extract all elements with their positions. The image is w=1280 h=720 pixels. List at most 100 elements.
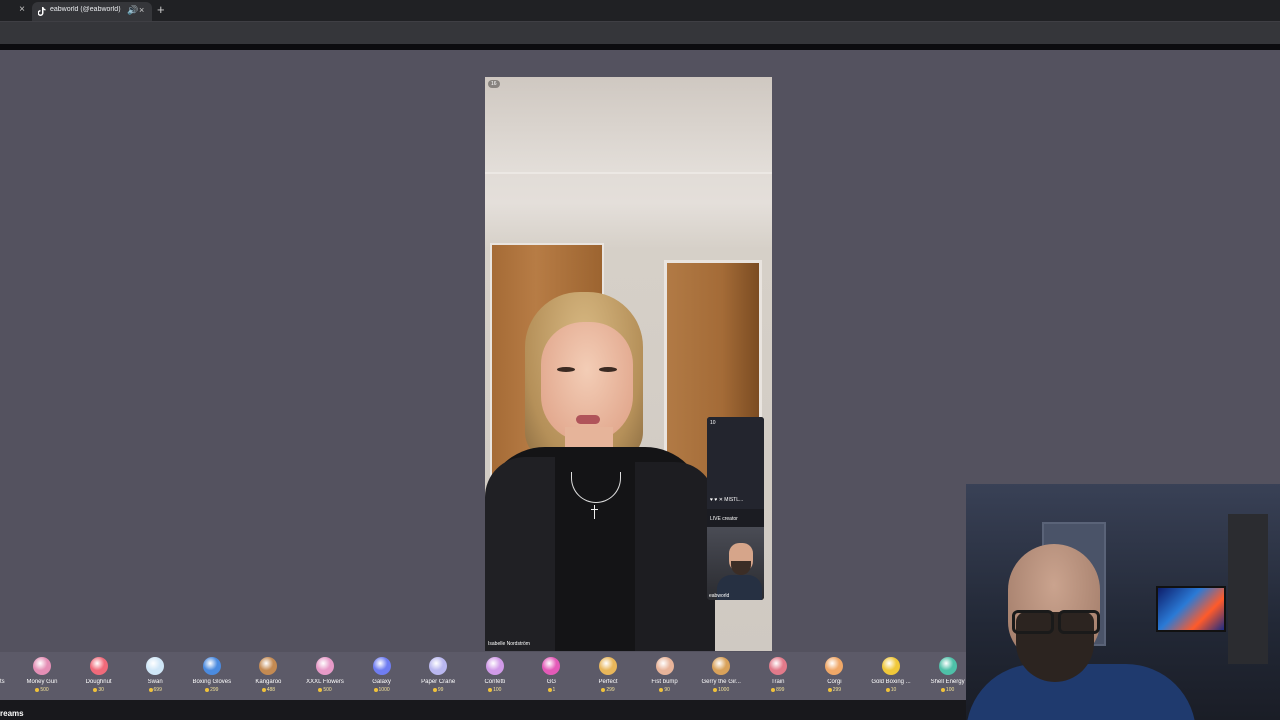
coin-icon [601, 687, 606, 692]
streamer-lips [576, 415, 600, 424]
coin-icon [318, 687, 323, 692]
gift-price-value: 500 [40, 687, 49, 693]
gift-price: 699 [127, 687, 183, 693]
gift-price: 899 [750, 687, 806, 693]
gift-item[interactable]: Fist bump 90 [637, 652, 693, 700]
coin-icon [771, 687, 776, 692]
train-icon [768, 657, 787, 675]
corgi-icon [825, 657, 844, 675]
gift-price: 30 [71, 687, 127, 693]
browser-tab-bar: × eabworld (@eabworld) is LIVE 🔊 × + [0, 0, 1280, 21]
eye-right [599, 367, 617, 372]
gift-price: 500 [14, 687, 70, 693]
coin-icon [148, 687, 153, 692]
bottom-strip [0, 700, 966, 720]
confetti-icon [485, 657, 504, 675]
gift-name: Doughnut [85, 679, 112, 685]
gift-item[interactable]: Paper Crane 99 [410, 652, 466, 700]
gift-partial-label: ts [0, 679, 5, 685]
gift-price-value: 100 [945, 687, 955, 693]
gift-price-value: 99 [437, 687, 444, 693]
coin-icon [35, 687, 40, 692]
gift-price: 500 [297, 687, 353, 693]
gift-name: Fist bump [651, 679, 678, 685]
browser-tab[interactable]: eabworld (@eabworld) is LIVE 🔊 × [32, 2, 152, 21]
gift-name: Confetti [484, 679, 506, 685]
gift-item[interactable]: Swan 699 [127, 652, 183, 700]
speaker-icon[interactable]: 🔊 [127, 5, 138, 16]
jacket-left [485, 457, 555, 651]
coin-icon [373, 687, 378, 692]
gift-price-value: 299 [832, 687, 842, 693]
gift-price: 1000 [354, 687, 410, 693]
gift-name: Boxing Gloves [192, 679, 232, 685]
webcam-shirt [966, 664, 1196, 720]
cohost-viewer-count: 10 [710, 420, 716, 426]
streamer-face [541, 322, 633, 442]
gift-item[interactable]: Kangaroo 488 [240, 652, 296, 700]
coin-icon [205, 687, 210, 692]
boxing-gloves-icon [202, 657, 221, 675]
gift-price-value: 1000 [378, 687, 390, 693]
gift-price-value: 299 [606, 687, 615, 693]
perfect-icon [599, 657, 617, 675]
cohost-reactions: ♥ ♥ ✕ MISTL... [710, 497, 744, 503]
coin-icon [940, 687, 945, 692]
coin-icon [261, 687, 266, 692]
gift-item[interactable]: GG 1 [523, 652, 579, 700]
paper-crane-icon [429, 657, 448, 675]
webcam-overlay [966, 484, 1280, 720]
webcam-glasses [1006, 610, 1102, 634]
gold-boxing-icon [882, 657, 900, 675]
gift-item[interactable]: Corgi 299 [806, 652, 862, 700]
giraffe-icon [712, 657, 731, 675]
tab-title: eabworld (@eabworld) is LIVE [50, 6, 122, 13]
gift-item[interactable]: Perfect 299 [580, 652, 636, 700]
gift-name: Gerry the Gir... [701, 679, 741, 685]
streamer-name: Isabelle Nordström [488, 641, 530, 647]
coin-icon [93, 687, 98, 692]
gift-item[interactable]: Boxing Gloves 299 [184, 652, 240, 700]
bottom-label: reams [0, 709, 24, 718]
gift-item[interactable]: Galaxy 1000 [354, 652, 410, 700]
coin-icon [432, 687, 437, 692]
cohost-username: eabworld [709, 593, 730, 599]
gift-item[interactable]: Money Gun 500 [14, 652, 70, 700]
coin-icon [713, 687, 718, 692]
coin-icon [885, 687, 890, 692]
gift-price: 299 [580, 687, 636, 693]
toolbar-divider [0, 44, 1280, 50]
gift-item[interactable]: Train 899 [750, 652, 806, 700]
gift-price: 488 [240, 687, 296, 693]
new-tab-button[interactable]: + [157, 2, 165, 18]
gift-price-value: 488 [266, 687, 276, 693]
gift-item[interactable]: Confetti 100 [467, 652, 523, 700]
gift-price: 10 [863, 687, 919, 693]
cohost-beard [731, 561, 751, 575]
glasses-lens-left [1012, 610, 1054, 634]
gift-price-value: 899 [776, 687, 785, 693]
coin-icon [488, 687, 493, 692]
tab-close-icon[interactable]: × [139, 5, 144, 15]
cohost-panel[interactable]: 10 ♥ ♥ ✕ MISTL... LIVE creator eabworld [707, 417, 764, 600]
webcam-tv [1156, 586, 1226, 632]
tiktok-icon [38, 7, 46, 16]
gift-price-value: 1 [552, 687, 556, 693]
ceiling [485, 77, 772, 172]
doughnut-icon [89, 657, 108, 675]
gift-item[interactable]: Gold Boxing ... 10 [863, 652, 919, 700]
jacket-right [635, 462, 715, 651]
wall-trim [485, 172, 772, 174]
gift-name: Corgi [827, 679, 842, 685]
gift-item[interactable]: Gerry the Gir... 1000 [693, 652, 749, 700]
browser-toolbar [0, 21, 1280, 45]
coin-icon [547, 687, 552, 692]
gift-item[interactable]: Doughnut 30 [71, 652, 127, 700]
gift-price-value: 100 [493, 687, 502, 693]
gift-item[interactable]: XXXL Flowers 500 [297, 652, 353, 700]
close-icon[interactable]: × [16, 4, 28, 16]
gift-price: 299 [806, 687, 862, 693]
gift-price: 1000 [693, 687, 749, 693]
gift-name: Kangaroo [255, 679, 282, 685]
cohost-top [707, 417, 764, 509]
